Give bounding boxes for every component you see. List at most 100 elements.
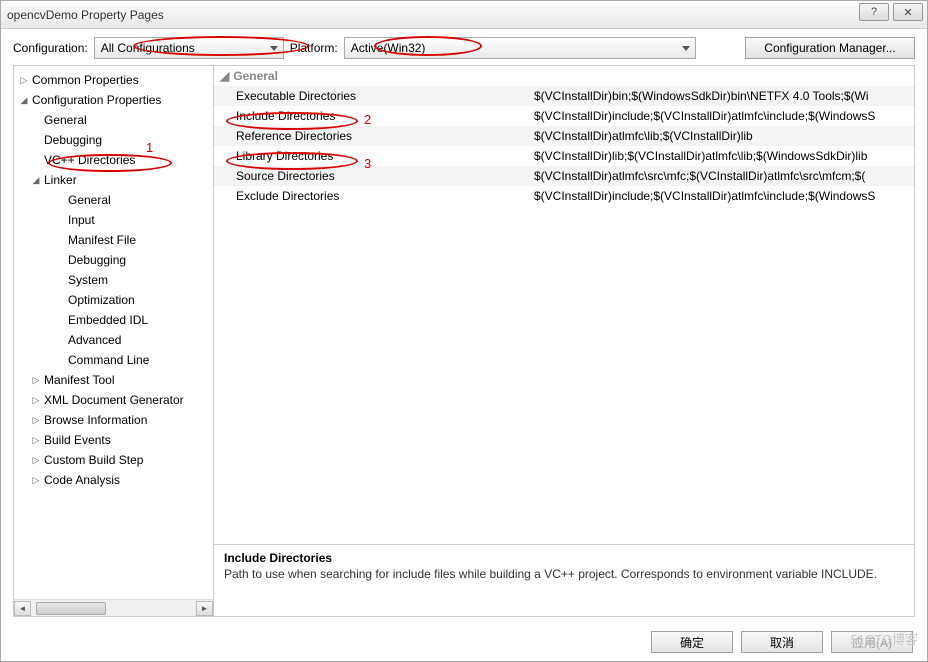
window-title: opencvDemo Property Pages: [7, 8, 164, 22]
tree-item-manifest-file[interactable]: Manifest File: [14, 230, 213, 250]
tree-item-custom-build-step[interactable]: ▷Custom Build Step: [14, 450, 213, 470]
tree-item-build-events[interactable]: ▷Build Events: [14, 430, 213, 450]
title-bar: opencvDemo Property Pages ? ✕: [1, 1, 927, 29]
description-text: Path to use when searching for include f…: [224, 567, 904, 583]
property-value[interactable]: $(VCInstallDir)include;$(VCInstallDir)at…: [534, 189, 914, 203]
tree-item-label: Manifest Tool: [42, 373, 114, 387]
tree-item-system[interactable]: System: [14, 270, 213, 290]
scroll-track[interactable]: [31, 601, 196, 616]
tree-item-embedded-idl[interactable]: Embedded IDL: [14, 310, 213, 330]
expand-icon[interactable]: ▷: [30, 435, 42, 446]
tree-item-label: General: [66, 193, 111, 207]
apply-button[interactable]: 应用(A): [831, 631, 913, 653]
tree-item-label: System: [66, 273, 108, 287]
tree-item-debugging[interactable]: Debugging: [14, 130, 213, 150]
tree-item-general[interactable]: General: [14, 190, 213, 210]
tree-horizontal-scrollbar[interactable]: ◄ ►: [14, 599, 213, 616]
window-buttons: ? ✕: [859, 3, 923, 21]
property-name: Exclude Directories: [214, 189, 534, 203]
tree-item-label: General: [42, 113, 87, 127]
property-name: Source Directories: [214, 169, 534, 183]
expand-icon[interactable]: ▷: [30, 455, 42, 466]
tree-item-label: Common Properties: [30, 73, 139, 87]
group-header[interactable]: ◢ General: [214, 66, 914, 86]
property-row[interactable]: Reference Directories$(VCInstallDir)atlm…: [214, 126, 914, 146]
close-button[interactable]: ✕: [893, 3, 923, 21]
property-name: Library Directories: [214, 149, 534, 163]
tree-item-label: Code Analysis: [42, 473, 120, 487]
tree-item-input[interactable]: Input: [14, 210, 213, 230]
expand-icon[interactable]: ◢: [30, 175, 42, 186]
property-row[interactable]: Library Directories$(VCInstallDir)lib;$(…: [214, 146, 914, 166]
tree-item-label: Linker: [42, 173, 77, 187]
property-panel: ◢ General Executable Directories$(VCInst…: [214, 66, 914, 616]
scroll-right-arrow[interactable]: ►: [196, 601, 213, 616]
tree-item-manifest-tool[interactable]: ▷Manifest Tool: [14, 370, 213, 390]
configuration-manager-button[interactable]: Configuration Manager...: [745, 37, 915, 59]
group-title: General: [233, 69, 278, 83]
tree-item-linker[interactable]: ◢Linker: [14, 170, 213, 190]
property-pages-window: opencvDemo Property Pages ? ✕ Configurat…: [0, 0, 928, 662]
tree-item-label: VC++ Directories: [42, 153, 135, 167]
tree-item-label: Debugging: [66, 253, 126, 267]
config-toolbar: Configuration: All Configurations Platfo…: [1, 29, 927, 65]
description-panel: Include Directories Path to use when sea…: [214, 544, 914, 616]
expand-icon[interactable]: ▷: [30, 375, 42, 386]
body: ▷Common Properties◢Configuration Propert…: [13, 65, 915, 617]
cancel-button[interactable]: 取消: [741, 631, 823, 653]
configuration-label: Configuration:: [13, 41, 88, 55]
property-name: Executable Directories: [214, 89, 534, 103]
tree-item-label: Advanced: [66, 333, 121, 347]
tree-item-general[interactable]: General: [14, 110, 213, 130]
property-row[interactable]: Exclude Directories$(VCInstallDir)includ…: [214, 186, 914, 206]
configuration-value: All Configurations: [101, 41, 195, 55]
tree-item-label: Build Events: [42, 433, 111, 447]
expand-icon[interactable]: ◢: [18, 95, 30, 106]
tree-item-label: XML Document Generator: [42, 393, 184, 407]
tree-item-vc-directories[interactable]: VC++ Directories: [14, 150, 213, 170]
tree-item-browse-information[interactable]: ▷Browse Information: [14, 410, 213, 430]
expand-icon[interactable]: ▷: [30, 395, 42, 406]
scroll-left-arrow[interactable]: ◄: [14, 601, 31, 616]
tree-item-label: Configuration Properties: [30, 93, 161, 107]
tree-item-label: Custom Build Step: [42, 453, 143, 467]
property-name: Reference Directories: [214, 129, 534, 143]
property-grid[interactable]: ◢ General Executable Directories$(VCInst…: [214, 66, 914, 544]
tree-item-label: Optimization: [66, 293, 135, 307]
tree-item-command-line[interactable]: Command Line: [14, 350, 213, 370]
tree-item-xml-document-generator[interactable]: ▷XML Document Generator: [14, 390, 213, 410]
tree-item-configuration-properties[interactable]: ◢Configuration Properties: [14, 90, 213, 110]
property-row[interactable]: Source Directories$(VCInstallDir)atlmfc\…: [214, 166, 914, 186]
collapse-icon: ◢: [220, 69, 229, 83]
platform-label: Platform:: [290, 41, 338, 55]
tree-item-label: Input: [66, 213, 95, 227]
property-value[interactable]: $(VCInstallDir)lib;$(VCInstallDir)atlmfc…: [534, 149, 914, 163]
property-value[interactable]: $(VCInstallDir)atlmfc\src\mfc;$(VCInstal…: [534, 169, 914, 183]
scroll-thumb[interactable]: [36, 602, 106, 615]
property-value[interactable]: $(VCInstallDir)bin;$(WindowsSdkDir)bin\N…: [534, 89, 914, 103]
expand-icon[interactable]: ▷: [30, 475, 42, 486]
expand-icon[interactable]: ▷: [18, 75, 30, 86]
tree-item-code-analysis[interactable]: ▷Code Analysis: [14, 470, 213, 490]
platform-value: Active(Win32): [351, 41, 426, 55]
property-name: Include Directories: [214, 109, 534, 123]
tree-item-common-properties[interactable]: ▷Common Properties: [14, 70, 213, 90]
property-row[interactable]: Executable Directories$(VCInstallDir)bin…: [214, 86, 914, 106]
property-row[interactable]: Include Directories$(VCInstallDir)includ…: [214, 106, 914, 126]
property-value[interactable]: $(VCInstallDir)include;$(VCInstallDir)at…: [534, 109, 914, 123]
ok-button[interactable]: 确定: [651, 631, 733, 653]
help-button[interactable]: ?: [859, 3, 889, 21]
configuration-combo[interactable]: All Configurations: [94, 37, 284, 59]
tree-item-label: Command Line: [66, 353, 149, 367]
tree-item-debugging[interactable]: Debugging: [14, 250, 213, 270]
expand-icon[interactable]: ▷: [30, 415, 42, 426]
category-tree[interactable]: ▷Common Properties◢Configuration Propert…: [14, 66, 214, 616]
property-value[interactable]: $(VCInstallDir)atlmfc\lib;$(VCInstallDir…: [534, 129, 914, 143]
tree-item-advanced[interactable]: Advanced: [14, 330, 213, 350]
tree-item-label: Embedded IDL: [66, 313, 148, 327]
tree-item-optimization[interactable]: Optimization: [14, 290, 213, 310]
tree-item-label: Browse Information: [42, 413, 147, 427]
description-title: Include Directories: [224, 551, 904, 565]
platform-combo[interactable]: Active(Win32): [344, 37, 696, 59]
tree-item-label: Debugging: [42, 133, 102, 147]
